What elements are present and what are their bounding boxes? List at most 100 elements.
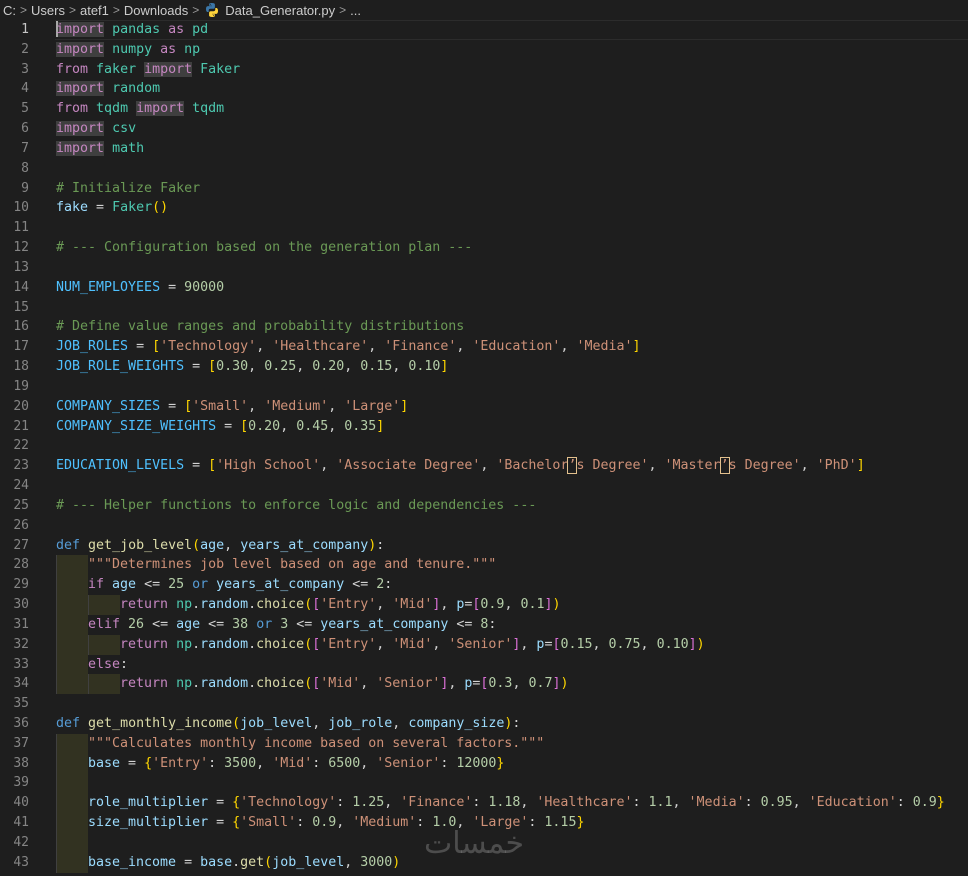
code-line[interactable]: 4 import random: [0, 79, 968, 99]
code-line[interactable]: 32 return np.random.choice(['Entry', 'Mid…: [0, 634, 968, 655]
code-line[interactable]: 12 # --- Configuration based on the gener…: [0, 238, 968, 258]
line-number[interactable]: 27: [0, 536, 29, 556]
breadcrumb-drive[interactable]: C:: [2, 3, 17, 18]
line-number[interactable]: 6: [0, 119, 29, 139]
code-line[interactable]: 6 import csv: [0, 119, 968, 139]
line-number[interactable]: 14: [0, 278, 29, 298]
code-token: 'Mid': [272, 755, 313, 771]
line-number[interactable]: 36: [0, 714, 29, 734]
line-number[interactable]: 29: [0, 575, 29, 595]
code-line[interactable]: 25 # --- Helper functions to enforce logi…: [0, 496, 968, 516]
code-line[interactable]: 28 """Determines job level based on age a…: [0, 555, 968, 576]
code-line[interactable]: 21 COMPANY_SIZE_WEIGHTS = [0.20, 0.45, 0.…: [0, 417, 968, 437]
code-token: ,: [520, 795, 537, 811]
code-line[interactable]: 15: [0, 298, 968, 318]
line-number[interactable]: 19: [0, 377, 29, 397]
line-number[interactable]: 37: [0, 734, 29, 754]
code-token: 0.1: [520, 597, 545, 613]
line-number[interactable]: 23: [0, 456, 29, 476]
line-number[interactable]: 16: [0, 317, 29, 337]
code-line[interactable]: 31 elif 26 <= age <= 38 or 3 <= years_at_…: [0, 614, 968, 635]
code-line[interactable]: 9 # Initialize Faker: [0, 179, 968, 199]
code-line[interactable]: 2 import numpy as np: [0, 40, 968, 60]
code-line[interactable]: 3 from faker import Faker: [0, 60, 968, 80]
line-number[interactable]: 8: [0, 159, 29, 179]
line-number[interactable]: 1: [0, 20, 29, 40]
line-number[interactable]: 12: [0, 238, 29, 258]
code-line[interactable]: 16 # Define value ranges and probability …: [0, 317, 968, 337]
line-number[interactable]: 38: [0, 754, 29, 774]
line-number[interactable]: 3: [0, 60, 29, 80]
code-line[interactable]: 27 def get_job_level(age, years_at_compan…: [0, 536, 968, 556]
code-editor[interactable]: 1 import pandas as pd 2 import numpy as np 3…: [0, 20, 968, 876]
line-number[interactable]: 25: [0, 496, 29, 516]
code-line[interactable]: 36 def get_monthly_income(job_level, job_…: [0, 714, 968, 734]
code-line[interactable]: 10 fake = Faker(): [0, 198, 968, 218]
code-line[interactable]: 35: [0, 694, 968, 714]
code-line[interactable]: 5 from tqdm import tqdm: [0, 99, 968, 119]
line-number[interactable]: 42: [0, 833, 29, 853]
code-line[interactable]: 38 base = {'Entry': 3500, 'Mid': 6500, 'S…: [0, 753, 968, 774]
code-line[interactable]: 14 NUM_EMPLOYEES = 90000: [0, 278, 968, 298]
line-number[interactable]: 22: [0, 436, 29, 456]
breadcrumb-user-folder[interactable]: atef1: [79, 3, 110, 18]
code-token: ,: [248, 359, 265, 375]
line-number[interactable]: 7: [0, 139, 29, 159]
line-number[interactable]: 20: [0, 397, 29, 417]
breadcrumb-users[interactable]: Users: [30, 3, 66, 18]
code-line[interactable]: 1 import pandas as pd: [0, 20, 968, 40]
line-number[interactable]: 5: [0, 99, 29, 119]
breadcrumb-file[interactable]: Data_Generator.py: [224, 3, 336, 18]
line-number[interactable]: 41: [0, 813, 29, 833]
line-number[interactable]: 30: [0, 595, 29, 615]
breadcrumb-symbol-ellipsis[interactable]: ...: [349, 3, 362, 18]
code-line[interactable]: 39: [0, 773, 968, 794]
code-line[interactable]: 23 EDUCATION_LEVELS = ['High School', 'As…: [0, 456, 968, 476]
line-number[interactable]: 43: [0, 853, 29, 873]
line-number[interactable]: 34: [0, 674, 29, 694]
code-token: JOB_ROLE_WEIGHTS: [56, 359, 185, 375]
code-line[interactable]: 7 import math: [0, 139, 968, 159]
line-number[interactable]: 9: [0, 179, 29, 199]
line-number[interactable]: 17: [0, 337, 29, 357]
code-line[interactable]: 22: [0, 436, 968, 456]
code-line[interactable]: 19: [0, 377, 968, 397]
code-line[interactable]: 33 else:: [0, 654, 968, 675]
code-line[interactable]: 17 JOB_ROLES = ['Technology', 'Healthcare…: [0, 337, 968, 357]
line-number[interactable]: 39: [0, 773, 29, 793]
code-line[interactable]: 24: [0, 476, 968, 496]
code-line[interactable]: 20 COMPANY_SIZES = ['Small', 'Medium', 'L…: [0, 397, 968, 417]
code-line[interactable]: 37 """Calculates monthly income based on …: [0, 733, 968, 754]
line-number[interactable]: 10: [0, 198, 29, 218]
code-line[interactable]: 8: [0, 159, 968, 179]
code-line[interactable]: 18 JOB_ROLE_WEIGHTS = [0.30, 0.25, 0.20, …: [0, 357, 968, 377]
line-number[interactable]: 11: [0, 218, 29, 238]
code-token: :: [896, 795, 913, 811]
line-number[interactable]: 28: [0, 555, 29, 575]
code-line[interactable]: 29 if age <= 25 or years_at_company <= 2:: [0, 575, 968, 596]
line-number[interactable]: 40: [0, 793, 29, 813]
line-number[interactable]: 24: [0, 476, 29, 496]
line-number[interactable]: 35: [0, 694, 29, 714]
code-token: or: [256, 616, 273, 632]
code-line[interactable]: 13: [0, 258, 968, 278]
breadcrumb-downloads[interactable]: Downloads: [123, 3, 189, 18]
code-line[interactable]: 11: [0, 218, 968, 238]
code-line[interactable]: 34 return np.random.choice(['Mid', 'Senio…: [0, 674, 968, 695]
line-number[interactable]: 21: [0, 417, 29, 437]
line-number[interactable]: 13: [0, 258, 29, 278]
line-number[interactable]: 32: [0, 635, 29, 655]
line-number[interactable]: 26: [0, 516, 29, 536]
code-token: 'Technology': [160, 339, 257, 355]
code-line[interactable]: 30 return np.random.choice(['Entry', 'Mid…: [0, 595, 968, 615]
line-number[interactable]: 33: [0, 655, 29, 675]
code-line[interactable]: 40 role_multiplier = {'Technology': 1.25,…: [0, 793, 968, 814]
code-token: =: [160, 398, 185, 414]
code-line[interactable]: 26: [0, 516, 968, 536]
line-number[interactable]: 4: [0, 79, 29, 99]
code-token: :: [336, 795, 353, 811]
line-number[interactable]: 2: [0, 40, 29, 60]
line-number[interactable]: 15: [0, 298, 29, 318]
line-number[interactable]: 18: [0, 357, 29, 377]
line-number[interactable]: 31: [0, 615, 29, 635]
